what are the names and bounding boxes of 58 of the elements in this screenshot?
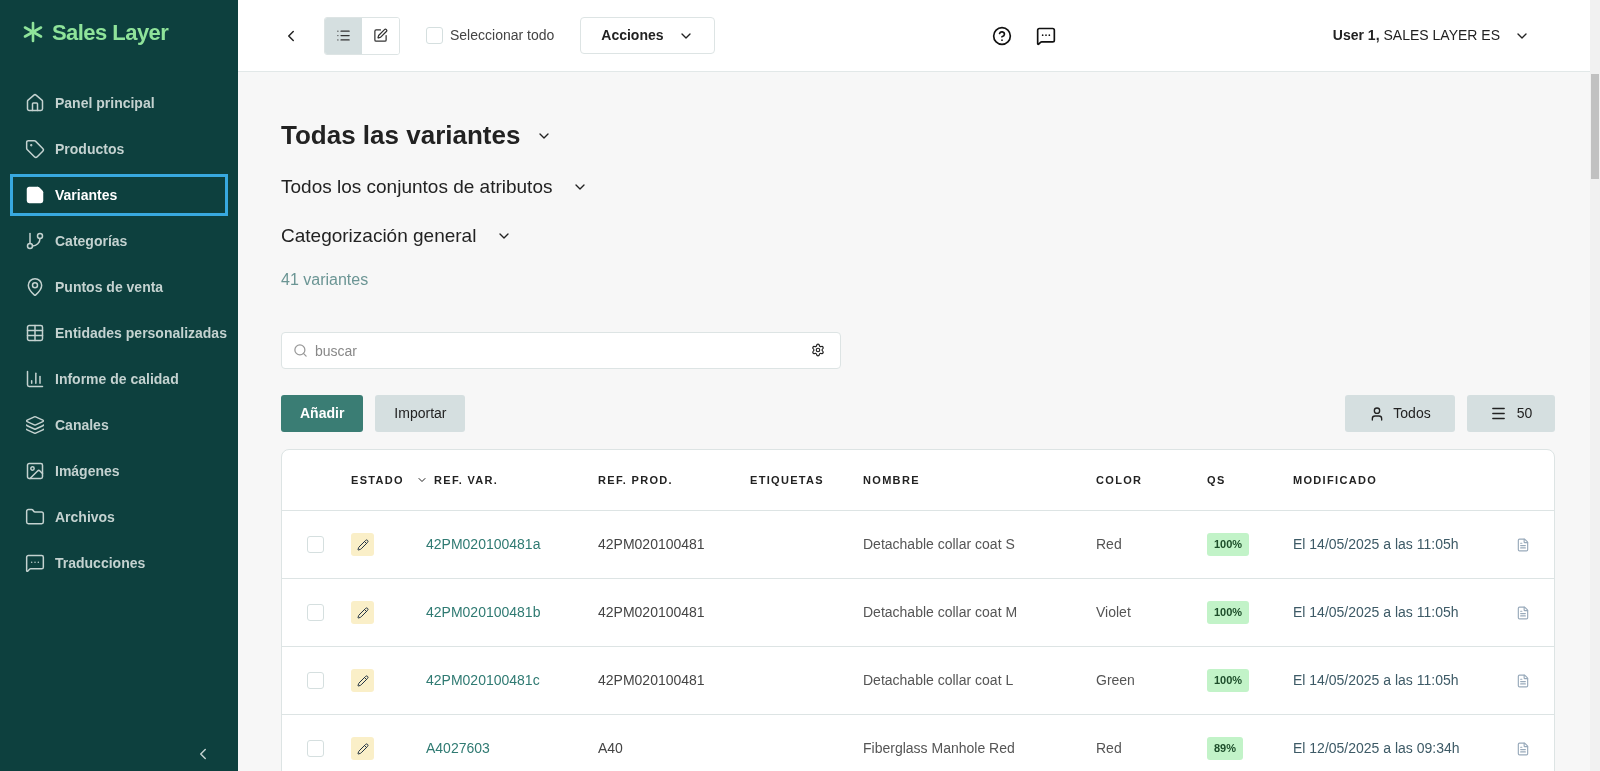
brand-name: Sales Layer <box>52 18 169 47</box>
sidebar-item[interactable]: Archivos <box>10 496 228 538</box>
import-button[interactable]: Importar <box>375 395 466 432</box>
categorization-dropdown[interactable]: Categorización general <box>281 221 513 250</box>
search-field[interactable]: buscar <box>281 332 841 369</box>
attribute-set-dropdown[interactable]: Todos los conjuntos de atributos <box>281 173 589 202</box>
column-header[interactable]: QS <box>1207 471 1293 489</box>
sidebar-item[interactable]: Traducciones <box>10 542 228 584</box>
table-cell-text: Red <box>1096 535 1123 554</box>
table-cell-text: Green <box>1096 671 1136 690</box>
page-size-button[interactable]: 50 <box>1467 395 1555 432</box>
table-row[interactable]: 42PM020100481b 42PM020100481 Detachable collar coat M Violet 100% El 14/05/2025 a las 11:05h <box>282 579 1554 647</box>
table-row[interactable]: 42PM020100481a 42PM020100481 Detachable collar coat S Red 100% El 14/05/2025 a las 11:05h <box>282 511 1554 579</box>
table-cell-text: El 14/05/2025 a las 11:05h <box>1293 535 1460 554</box>
table-cell-text: Violet <box>1096 603 1132 622</box>
sidebar-item[interactable]: Puntos de venta <box>10 266 228 308</box>
table-cell-text: El 12/05/2025 a las 09:34h <box>1293 739 1461 758</box>
table-cell-text: Fiberglass Manhole Red <box>863 739 1016 758</box>
variant-ref-link[interactable]: 42PM020100481a <box>426 534 598 555</box>
quality-score-tag: 89% <box>1207 737 1244 760</box>
quality-score-tag: 100% <box>1207 669 1250 692</box>
add-button[interactable]: Añadir <box>281 395 364 432</box>
select-all-label: Seleccionar todo <box>450 26 555 45</box>
column-header[interactable]: NOMBRE <box>863 471 1096 489</box>
sidebar-item[interactable]: Panel principal <box>10 82 228 124</box>
column-header[interactable]: REF. PROD. <box>598 471 750 489</box>
table-cell-text: A40 <box>598 739 624 758</box>
table-cell-text: El 14/05/2025 a las 11:05h <box>1293 603 1460 622</box>
actions-dropdown[interactable]: Acciones <box>580 17 715 54</box>
user-menu[interactable]: User 1, SALES LAYER ES <box>1332 25 1530 46</box>
sidebar-item[interactable]: Imágenes <box>10 450 228 492</box>
variant-ref-link[interactable]: A4027603 <box>426 738 598 759</box>
table-cell-text: Detachable collar coat S <box>863 535 1016 554</box>
variant-ref-link[interactable]: 42PM020100481b <box>426 602 598 623</box>
variant-count: 41 variantes <box>281 270 370 290</box>
table-cell-text: 42PM020100481 <box>598 671 706 690</box>
table-cell-text: Red <box>1096 739 1123 758</box>
variant-ref-link[interactable]: 42PM020100481c <box>426 670 598 691</box>
table-cell-text: Detachable collar coat M <box>863 603 1019 622</box>
table-cell-text: Detachable collar coat L <box>863 671 1015 690</box>
sidebar-item[interactable]: Variantes <box>10 174 228 216</box>
table-cell-text: 42PM020100481 <box>598 535 706 554</box>
table-cell-text: 42PM020100481 <box>598 603 706 622</box>
table-row[interactable]: 42PM020100481c 42PM020100481 Detachable collar coat L Green 100% El 14/05/2025 a las 11:05h <box>282 647 1554 715</box>
table-cell-text: El 14/05/2025 a las 11:05h <box>1293 671 1460 690</box>
sidebar-item[interactable]: Canales <box>10 404 228 446</box>
quality-score-tag: 100% <box>1207 533 1250 556</box>
page-title-dropdown[interactable]: Todas las variantes <box>281 116 553 155</box>
column-header[interactable]: ETIQUETAS <box>750 471 863 489</box>
column-header[interactable]: MODIFICADO <box>1293 471 1501 489</box>
sidebar-item[interactable]: Productos <box>10 128 228 170</box>
table-row[interactable]: A4027603 A40 Fiberglass Manhole Red Red 89% El 12/05/2025 a las 09:34h <box>282 715 1554 771</box>
column-header[interactable]: COLOR <box>1096 471 1207 489</box>
quality-score-tag: 100% <box>1207 601 1250 624</box>
sidebar-item[interactable]: Categorías <box>10 220 228 262</box>
sidebar-item[interactable]: Informe de calidad <box>10 358 228 400</box>
sidebar-item[interactable]: Entidades personalizadas <box>10 312 228 354</box>
owner-filter-button[interactable]: Todos <box>1345 395 1455 432</box>
